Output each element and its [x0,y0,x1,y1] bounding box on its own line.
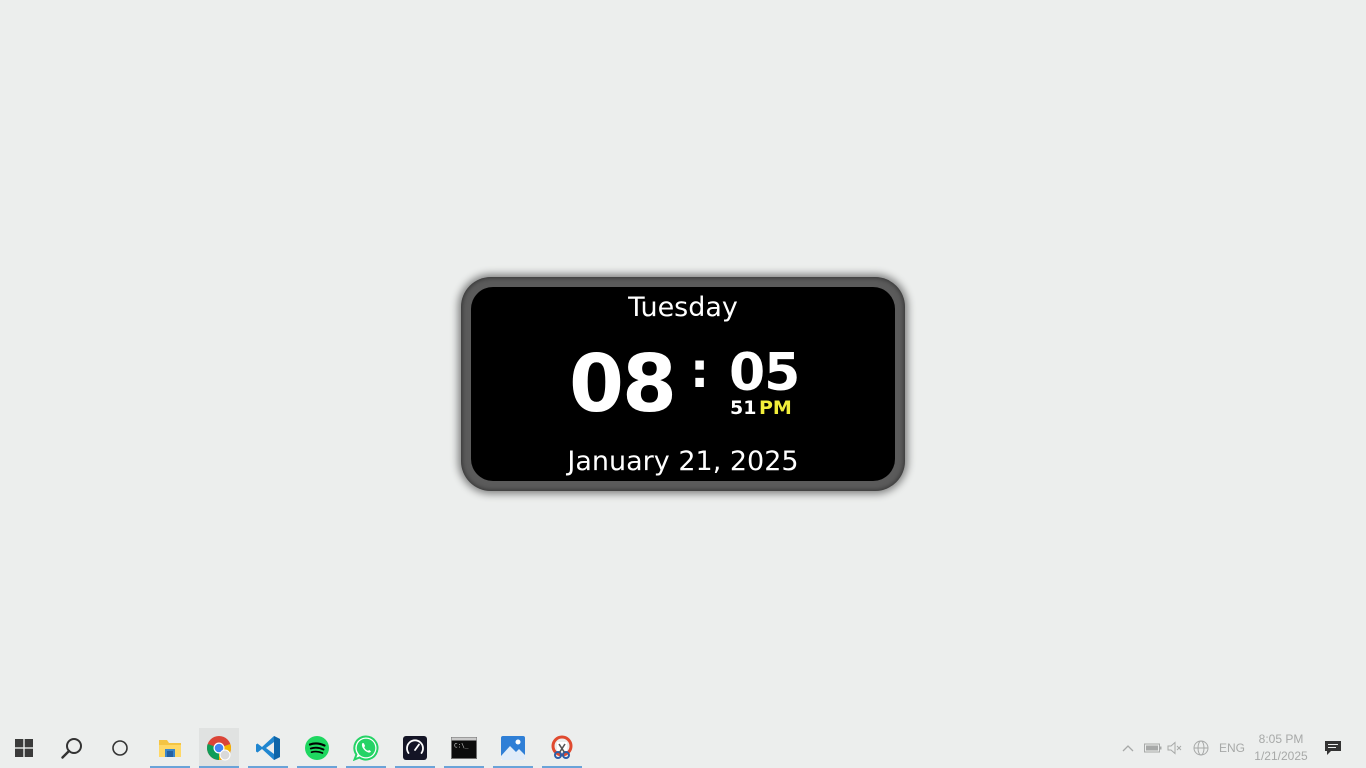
windows-start-icon [15,739,33,757]
photos-icon [501,736,525,760]
terminal-icon: C:\_ [451,737,477,759]
clock-ampm: PM [759,397,792,419]
search-button[interactable] [48,728,96,768]
clock-separator: : [690,343,710,399]
speaker-muted-icon [1167,741,1182,755]
action-center-button[interactable] [1323,738,1343,758]
clock-day: Tuesday [628,292,738,323]
cortana-button[interactable] [96,728,144,768]
taskbar-app-whatsapp[interactable] [346,728,386,768]
taskbar-app-command-prompt[interactable]: C:\_ [444,728,484,768]
taskbar-app-snipping-tool[interactable] [542,728,582,768]
globe-icon [1193,740,1209,756]
chrome-icon [207,736,231,761]
scissors-icon [551,735,573,759]
whatsapp-icon [353,735,379,761]
taskbar-time: 8:05 PM [1258,732,1304,746]
cortana-icon [112,740,128,756]
taskbar-clock[interactable]: 8:05 PM 1/21/2025 [1246,731,1316,765]
start-button[interactable] [0,728,48,768]
network-tray-button[interactable] [1191,738,1211,758]
spotify-icon [305,736,329,760]
show-hidden-icons-button[interactable] [1118,738,1138,758]
vscode-icon [256,736,280,760]
battery-tray-button[interactable] [1143,738,1163,758]
taskbar-date: 1/21/2025 [1254,749,1308,763]
speedometer-icon [403,736,427,760]
volume-tray-button[interactable] [1165,738,1185,758]
search-icon [61,738,82,759]
battery-icon [1144,743,1162,753]
taskbar-app-vscode[interactable] [248,728,288,768]
clock-widget[interactable]: Tuesday 08 : 05 51 PM January 21, 2025 [461,277,905,491]
clock-minutes: 05 [729,343,800,403]
chevron-up-icon [1122,745,1134,752]
clock-seconds: 51 [730,397,757,419]
taskbar-app-photos[interactable] [493,728,533,768]
input-language[interactable]: ENG [1219,728,1245,768]
folder-icon [159,740,181,757]
taskbar-app-chrome[interactable] [199,728,239,768]
taskbar-app-spotify[interactable] [297,728,337,768]
clock-face: Tuesday 08 : 05 51 PM January 21, 2025 [471,287,895,481]
taskbar-app-speedtest[interactable] [395,728,435,768]
clock-date: January 21, 2025 [567,446,799,477]
notification-icon [1325,741,1341,755]
svg-text:C:\_: C:\_ [454,743,469,750]
clock-hours: 08 [569,338,677,430]
desktop: Tuesday 08 : 05 51 PM January 21, 2025 [0,0,1366,728]
taskbar-app-file-explorer[interactable] [150,728,190,768]
taskbar: C:\_ ENG [0,728,1366,768]
